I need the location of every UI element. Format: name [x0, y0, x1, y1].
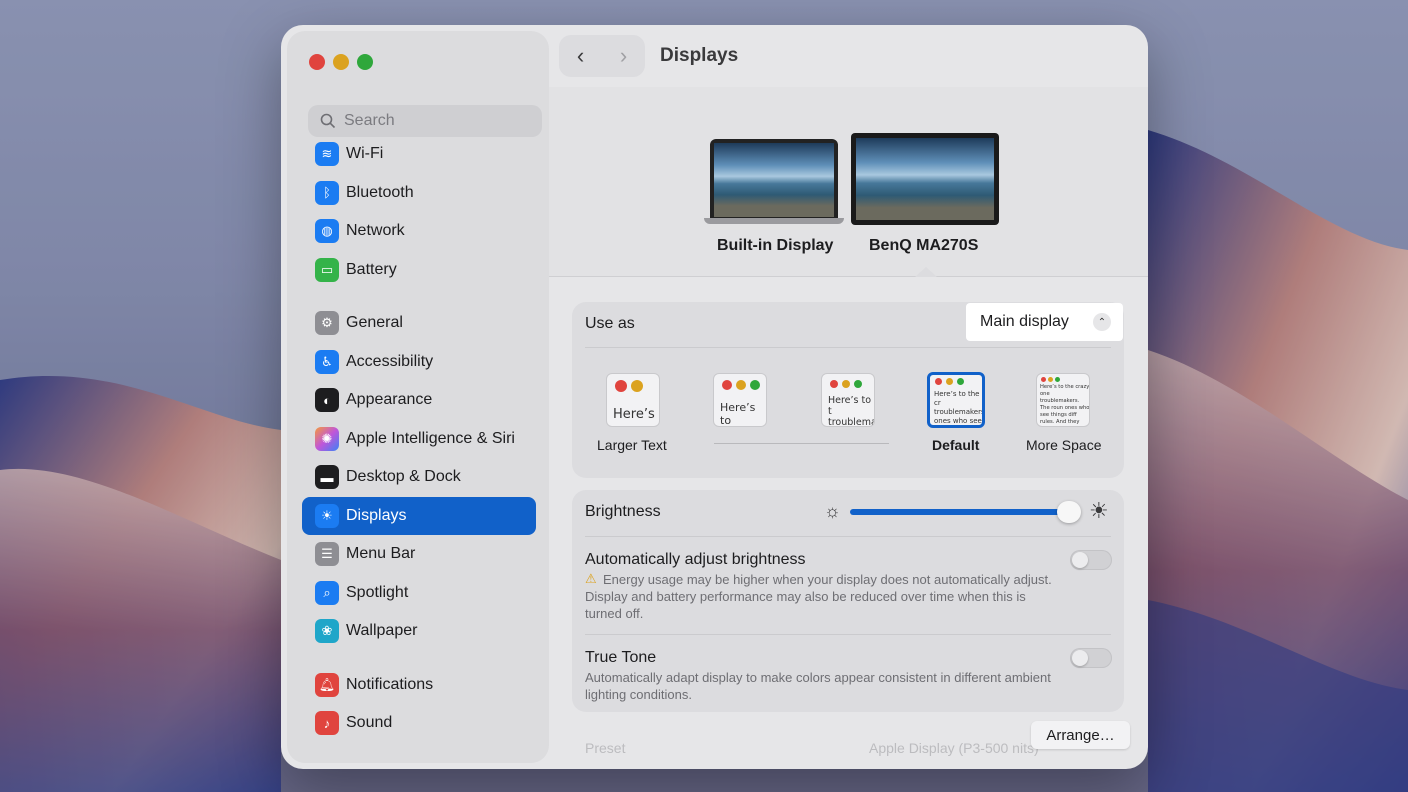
- bluetooth-icon: ᛒ: [315, 180, 339, 205]
- flower-icon: ❀: [315, 619, 339, 644]
- back-button[interactable]: ‹: [559, 35, 602, 77]
- auto-brightness-toggle[interactable]: [1070, 550, 1112, 570]
- sidebar-item-menu-bar[interactable]: ☰ Menu Bar: [302, 535, 536, 574]
- sidebar-item-wallpaper[interactable]: ❀ Wallpaper: [302, 612, 536, 651]
- brightness-label: Brightness: [585, 503, 661, 520]
- search-placeholder: Search: [344, 112, 395, 129]
- sun-icon: ☀: [315, 503, 339, 528]
- divider: [585, 347, 1111, 348]
- search-icon: [320, 113, 336, 129]
- sidebar-item-label: Notifications: [346, 675, 434, 693]
- accessibility-icon: ♿: [315, 349, 339, 374]
- resolution-option-more-space[interactable]: Here’s to the crazy one troublemakers. T…: [1036, 373, 1090, 427]
- brightness-slider[interactable]: [850, 509, 1072, 515]
- auto-brightness-warning: Energy usage may be higher when your dis…: [585, 572, 1052, 621]
- builtin-display-thumbnail[interactable]: [704, 139, 844, 224]
- external-display-thumbnail[interactable]: [851, 133, 999, 225]
- bell-icon: 🔔︎: [315, 672, 339, 697]
- page-title: Displays: [660, 45, 739, 66]
- battery-icon: ▭: [315, 257, 339, 282]
- use-as-popup[interactable]: Main display ⌃: [966, 303, 1123, 341]
- sidebar-item-label: Battery: [346, 260, 397, 278]
- forward-button[interactable]: ›: [602, 35, 645, 77]
- resolution-option-larger-text[interactable]: Here’s: [606, 373, 660, 427]
- resolution-label-more-space: More Space: [1026, 437, 1102, 453]
- display-arrangement: Built-in Display BenQ MA270S: [549, 87, 1148, 277]
- sidebar-item-label: Sound: [346, 714, 393, 732]
- sidebar-item-bluetooth[interactable]: ᛒ Bluetooth: [302, 174, 536, 213]
- globe-icon: ◍: [315, 219, 339, 244]
- sidebar-item-general[interactable]: ⚙ General: [302, 304, 536, 343]
- minimize-button[interactable]: [333, 54, 349, 70]
- sidebar-item-label: Spotlight: [346, 583, 409, 601]
- sidebar-item-label: Menu Bar: [346, 545, 416, 563]
- zoom-button[interactable]: [357, 54, 373, 70]
- sidebar-item-label: Accessibility: [346, 352, 434, 370]
- sidebar-item-label: Wallpaper: [346, 622, 418, 640]
- resolution-option-2[interactable]: Here’s to troublem: [713, 373, 767, 427]
- siri-icon: ✺: [315, 426, 339, 451]
- true-tone-description: Automatically adapt display to make colo…: [585, 670, 1051, 702]
- arrange-button[interactable]: Arrange…: [1031, 721, 1130, 749]
- preset-value: Apple Display (P3-500 nits): [869, 740, 1039, 756]
- sun-small-icon: ☼: [824, 501, 841, 521]
- divider: [585, 536, 1111, 537]
- chevron-updown-icon: ⌃: [1093, 313, 1111, 331]
- chevron-right-icon: ›: [619, 43, 628, 68]
- sidebar-item-spotlight[interactable]: ⌕ Spotlight: [302, 574, 536, 613]
- sidebar-item-wifi[interactable]: ≋ Wi-Fi: [302, 135, 536, 174]
- sidebar-item-network[interactable]: ◍ Network: [302, 212, 536, 251]
- true-tone-toggle[interactable]: [1070, 648, 1112, 668]
- toolbar: ‹ › Displays: [557, 33, 1148, 83]
- dock-icon: ▬: [315, 465, 339, 490]
- use-as-label: Use as: [585, 315, 635, 332]
- sidebar-item-label: Network: [346, 222, 405, 240]
- sidebar-item-desktop-dock[interactable]: ▬ Desktop & Dock: [302, 458, 536, 497]
- builtin-display-label: Built-in Display: [717, 237, 834, 254]
- preset-label: Preset: [585, 740, 626, 756]
- sidebar-item-appearance[interactable]: ◐ Appearance: [302, 381, 536, 420]
- use-as-value: Main display: [980, 313, 1069, 330]
- resolution-label-default: Default: [932, 437, 980, 453]
- divider: [585, 634, 1111, 635]
- close-button[interactable]: [309, 54, 325, 70]
- resolution-option-3[interactable]: Here’s to t troublema ones who: [821, 373, 875, 427]
- settings-window: Search ≋ Wi-Fi ᛒ Bluetooth ◍ Network ▭ Batte…: [281, 25, 1148, 769]
- sidebar-item-label: Wi-Fi: [346, 145, 384, 163]
- sidebar-item-label: Apple Intelligence & Siri: [346, 429, 515, 447]
- window-controls: [309, 54, 373, 70]
- search-input[interactable]: Search: [308, 105, 542, 137]
- speaker-icon: ♪: [315, 711, 339, 736]
- sidebar-item-battery[interactable]: ▭ Battery: [302, 251, 536, 290]
- history-buttons: ‹ ›: [559, 35, 645, 77]
- auto-brightness-label: Automatically adjust brightness: [585, 551, 806, 568]
- toggles-icon: ☰: [315, 542, 339, 567]
- sidebar-item-label: Desktop & Dock: [346, 468, 461, 486]
- resolution-label-larger-text: Larger Text: [597, 437, 667, 453]
- wifi-icon: ≋: [315, 142, 339, 167]
- chevron-left-icon: ‹: [576, 43, 585, 68]
- sidebar-item-accessibility[interactable]: ♿ Accessibility: [302, 343, 536, 382]
- appearance-icon: ◐: [315, 388, 339, 413]
- sidebar-item-label: General: [346, 314, 403, 332]
- resolution-option-default[interactable]: Here’s to the cr troublemakers. ones who…: [927, 372, 985, 428]
- sidebar-item-sound[interactable]: ♪ Sound: [302, 704, 536, 743]
- true-tone-label: True Tone: [585, 649, 657, 666]
- sidebar-item-label: Appearance: [346, 391, 433, 409]
- external-display-label: BenQ MA270S: [869, 237, 979, 254]
- sidebar-list: ≋ Wi-Fi ᛒ Bluetooth ◍ Network ▭ Battery ⚙ Gen…: [295, 135, 537, 743]
- sun-large-icon: ☀: [1089, 498, 1109, 523]
- sidebar-item-label: Displays: [346, 506, 407, 524]
- resolution-scale-line: [714, 443, 889, 444]
- sidebar-item-notifications[interactable]: 🔔︎ Notifications: [302, 666, 536, 705]
- sidebar-item-displays[interactable]: ☀ Displays: [302, 496, 536, 535]
- gear-icon: ⚙: [315, 311, 339, 336]
- magnifier-icon: ⌕: [315, 580, 339, 605]
- sidebar-item-apple-intelligence[interactable]: ✺ Apple Intelligence & Siri: [302, 420, 536, 459]
- brightness-slider-knob[interactable]: [1057, 501, 1081, 523]
- sidebar-item-label: Bluetooth: [346, 183, 414, 201]
- selected-pointer-icon: [915, 267, 937, 277]
